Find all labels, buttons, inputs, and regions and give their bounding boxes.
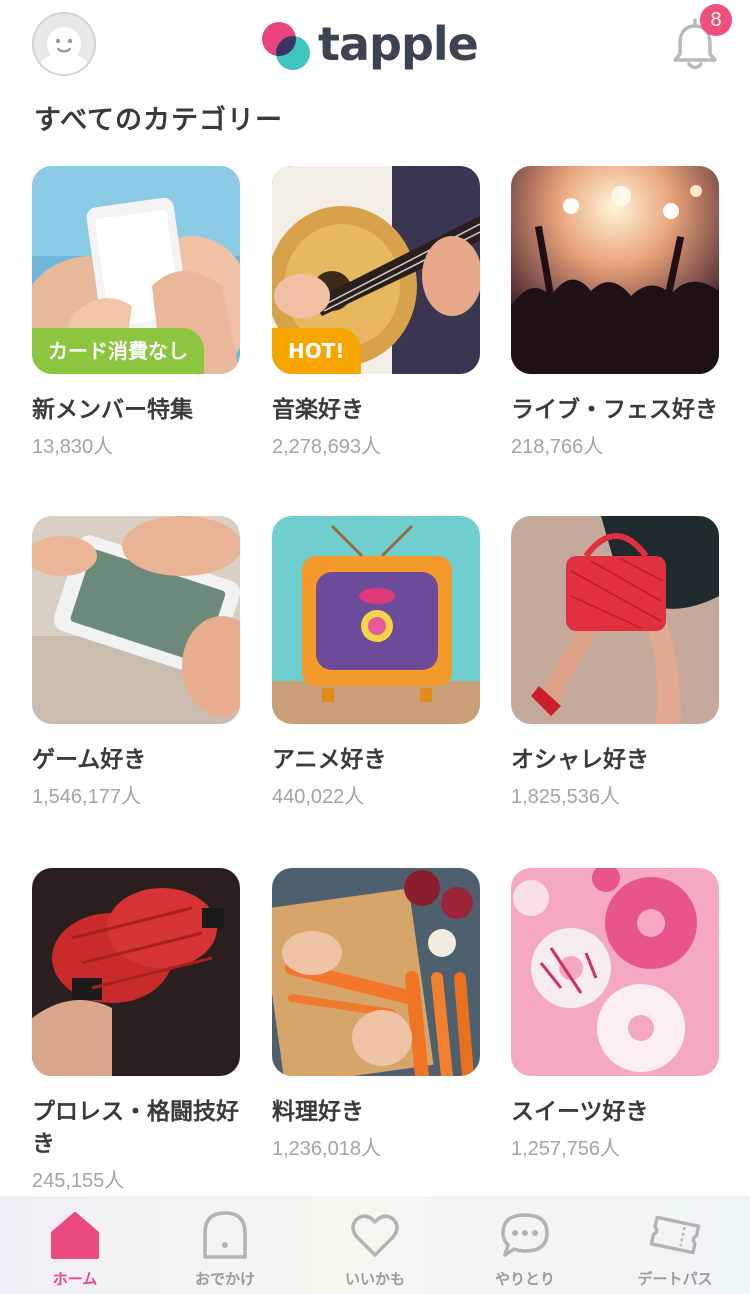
tapple-logo: tapple [258,14,479,74]
category-member-count: 245,155人 [32,1170,125,1192]
card-tag: カード消費なし [32,328,204,374]
category-card-cooking[interactable]: 料理好き 1,236,018人 [272,868,480,1161]
tab-home[interactable]: ホーム [0,1196,150,1294]
category-member-count: 1,236,018人 [272,1138,381,1160]
logo-mark-icon [258,16,314,72]
home-icon [48,1208,102,1262]
category-image-phone-hands: カード消費なし [32,166,240,374]
category-card-music[interactable]: HOT! 音楽好き 2,278,693人 [272,166,480,459]
section-title: すべてのカテゴリー [34,105,284,136]
outing-icon [198,1208,252,1262]
tab-label: いいかも [344,1270,405,1288]
tab-label: おでかけ [194,1270,255,1288]
logo-text: tapple [318,17,479,71]
tab-odekake[interactable]: おでかけ [150,1196,300,1294]
category-name: オシャレ好き [511,747,649,773]
category-card-fashion[interactable]: オシャレ好き 1,825,536人 [511,516,719,809]
category-card-new-members[interactable]: カード消費なし 新メンバー特集 13,830人 [32,166,240,459]
category-image-donuts [511,868,719,1076]
category-name: ライブ・フェス好き [511,397,718,423]
category-image-retro-tv [272,516,480,724]
category-name: アニメ好き [272,747,387,773]
category-name: ゲーム好き [32,747,147,773]
avatar-face-icon [34,27,94,74]
category-image-carrots [272,868,480,1076]
category-member-count: 440,022人 [272,786,365,808]
category-name: 新メンバー特集 [32,397,193,423]
category-image-red-handbag [511,516,719,724]
profile-avatar[interactable] [32,12,96,76]
bottom-tab-bar: ホーム おでかけ いいかも やりとり デートパス [0,1196,750,1294]
category-member-count: 1,257,756人 [511,1138,620,1160]
category-member-count: 1,546,177人 [32,786,141,808]
ticket-icon [648,1208,702,1262]
category-name: 料理好き [272,1099,364,1125]
category-member-count: 218,766人 [511,436,604,458]
category-name: プロレス・格闘技好き [32,1099,239,1157]
category-card-sweets[interactable]: スイーツ好き 1,257,756人 [511,868,719,1161]
category-name: 音楽好き [272,397,364,423]
chat-bubble-icon [498,1208,552,1262]
category-member-count: 13,830人 [32,436,114,458]
tab-yaritori[interactable]: やりとり [450,1196,600,1294]
category-member-count: 2,278,693人 [272,436,381,458]
category-image-concert-crowd [511,166,719,374]
category-card-games[interactable]: ゲーム好き 1,546,177人 [32,516,240,809]
category-image-smartphone-game [32,516,240,724]
category-card-wrestling[interactable]: プロレス・格闘技好き 245,155人 [32,868,240,1193]
tab-datepass[interactable]: デートパス [600,1196,750,1294]
category-card-anime[interactable]: アニメ好き 440,022人 [272,516,480,809]
notification-badge: 8 [700,4,732,36]
card-tag: HOT! [272,328,361,374]
tab-iikamo[interactable]: いいかも [300,1196,450,1294]
tab-label: やりとり [494,1270,555,1288]
top-header: tapple 8 [0,0,750,90]
category-member-count: 1,825,536人 [511,786,620,808]
heart-icon [348,1208,402,1262]
tab-label: デートパス [637,1270,713,1288]
tab-label: ホーム [52,1270,98,1288]
category-card-live-festival[interactable]: ライブ・フェス好き 218,766人 [511,166,719,459]
category-image-guitar: HOT! [272,166,480,374]
category-name: スイーツ好き [511,1099,649,1125]
category-image-hand-wraps [32,868,240,1076]
